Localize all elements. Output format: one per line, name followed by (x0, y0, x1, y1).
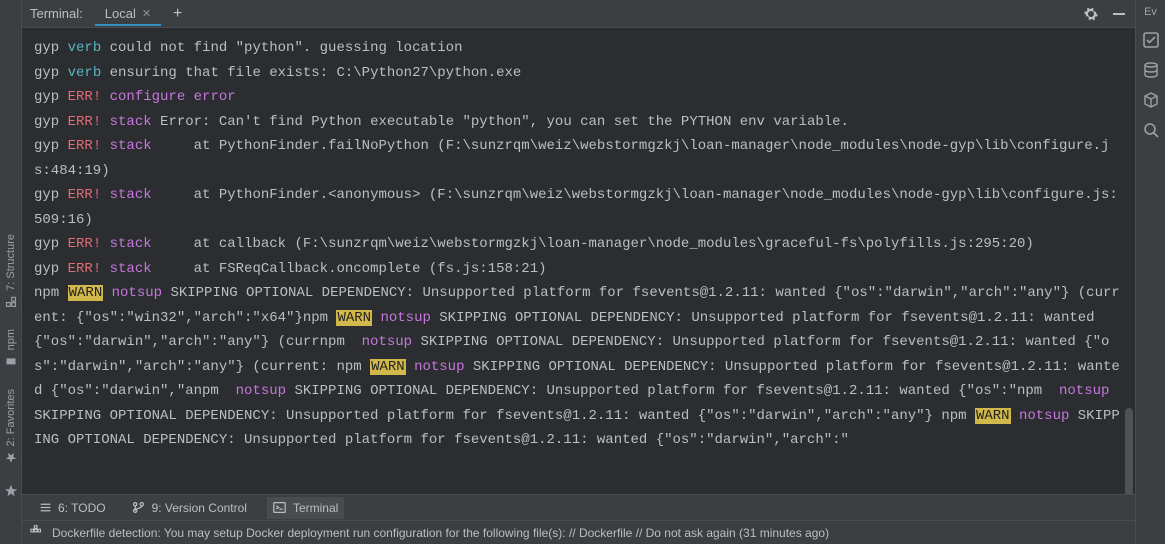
terminal-text: notsup (362, 334, 421, 350)
gutter-item-npm[interactable]: npm (2, 323, 20, 374)
status-message[interactable]: Dockerfile detection: You may setup Dock… (52, 526, 829, 540)
left-tool-gutter: 7: Structure npm 2: Favorites (0, 0, 22, 544)
tabbar-actions (1083, 6, 1127, 22)
gutter-label: npm (5, 329, 17, 350)
terminal-output[interactable]: gyp verb could not find "python". guessi… (22, 28, 1135, 494)
terminal-text: configure error (110, 89, 236, 105)
terminal-text: ERR! (68, 261, 110, 277)
terminal-text: SKIPPING OPTIONAL DEPENDENCY: Unsupporte… (294, 383, 1059, 399)
terminal-text: at FSReqCallback.oncomplete (fs.js:158:2… (160, 261, 546, 277)
terminal-text: SKIPPING OPTIONAL DEPENDENCY: Unsupporte… (34, 408, 975, 424)
terminal-text: npm (34, 285, 68, 301)
terminal-text: notsup (236, 383, 295, 399)
terminal-text: Error: Can't find Python executable "pyt… (160, 114, 849, 130)
terminal-text: notsup (406, 359, 473, 375)
main-area: Terminal: Local ✕ + gyp verb could not f… (22, 0, 1135, 544)
terminal-text: gyp (34, 187, 68, 203)
terminal-text: ERR! (68, 114, 110, 130)
add-tab-button[interactable]: + (165, 3, 190, 25)
terminal-tabbar: Terminal: Local ✕ + (22, 0, 1135, 28)
terminal-text: gyp (34, 89, 68, 105)
terminal-text: WARN (68, 285, 104, 301)
gutter-label: 2: Favorites (5, 389, 17, 446)
terminal-text: could not find "python". guessing locati… (110, 40, 463, 56)
terminal-text: WARN (975, 408, 1011, 424)
terminal-text: stack (110, 138, 160, 154)
ev-label[interactable]: Ev (1144, 6, 1157, 18)
cube-icon[interactable] (1143, 92, 1159, 108)
tab-version-control[interactable]: 9: Version Control (126, 497, 253, 519)
docker-icon (30, 524, 44, 541)
gutter-label: 7: Structure (5, 234, 17, 291)
status-bar: Dockerfile detection: You may setup Dock… (22, 520, 1135, 544)
terminal-text: stack (110, 236, 160, 252)
terminal-text: stack (110, 114, 160, 130)
gear-icon[interactable] (1083, 6, 1099, 22)
terminal-text: at PythonFinder.<anonymous> (F:\sunzrqm\… (34, 187, 1118, 228)
terminal-text: stack (110, 187, 160, 203)
right-tool-gutter: Ev (1135, 0, 1165, 544)
tab-todo[interactable]: 6: TODO (32, 497, 112, 519)
star-icon (4, 450, 18, 464)
toolwindow-title: Terminal: (30, 6, 83, 21)
list-icon (38, 501, 52, 515)
tab-label: Local (105, 6, 136, 21)
terminal-text: notsup (372, 310, 439, 326)
tab-local[interactable]: Local ✕ (95, 2, 161, 25)
terminal-text: gyp (34, 261, 68, 277)
terminal-text: gyp (34, 138, 68, 154)
scrollbar-thumb[interactable] (1125, 408, 1133, 494)
branch-icon (132, 501, 146, 515)
scrollbar-track[interactable] (1125, 28, 1133, 494)
close-icon[interactable]: ✕ (142, 7, 151, 20)
terminal-text: at PythonFinder.failNoPython (F:\sunzrqm… (34, 138, 1109, 179)
gutter-item-structure[interactable]: 7: Structure (2, 228, 20, 315)
terminal-text: gyp (34, 65, 68, 81)
search-icon[interactable] (1143, 122, 1159, 138)
bottom-tool-tabs: 6: TODO 9: Version Control Terminal (22, 494, 1135, 520)
terminal-text: notsup (1059, 383, 1118, 399)
terminal-text: gyp (34, 40, 68, 56)
terminal-text: verb (68, 65, 110, 81)
gutter-star-bottom[interactable] (2, 478, 20, 504)
terminal-text: notsup (103, 285, 170, 301)
structure-icon (4, 295, 18, 309)
terminal-text: WARN (370, 359, 406, 375)
tab-label: 6: TODO (58, 501, 106, 515)
terminal-text: ensuring that file exists: C:\Python27\p… (110, 65, 522, 81)
check-icon[interactable] (1143, 32, 1159, 48)
minimize-icon[interactable] (1111, 6, 1127, 22)
terminal-icon (273, 501, 287, 515)
terminal-text: gyp (34, 236, 68, 252)
terminal-text: stack (110, 261, 160, 277)
terminal-text: notsup (1011, 408, 1078, 424)
terminal-text: ERR! (68, 187, 110, 203)
terminal-text: gyp (34, 114, 68, 130)
terminal-text: ERR! (68, 236, 110, 252)
gutter-item-favorites[interactable]: 2: Favorites (2, 383, 20, 470)
terminal-text: verb (68, 40, 110, 56)
terminal-text: WARN (336, 310, 372, 326)
tab-label: Terminal (293, 501, 338, 515)
npm-icon (4, 355, 18, 369)
tab-label: 9: Version Control (152, 501, 247, 515)
tab-terminal[interactable]: Terminal (267, 497, 344, 519)
terminal-text: ERR! (68, 89, 110, 105)
terminal-text: ERR! (68, 138, 110, 154)
terminal-text: at callback (F:\sunzrqm\weiz\webstormgzk… (160, 236, 1034, 252)
db-icon[interactable] (1143, 62, 1159, 78)
